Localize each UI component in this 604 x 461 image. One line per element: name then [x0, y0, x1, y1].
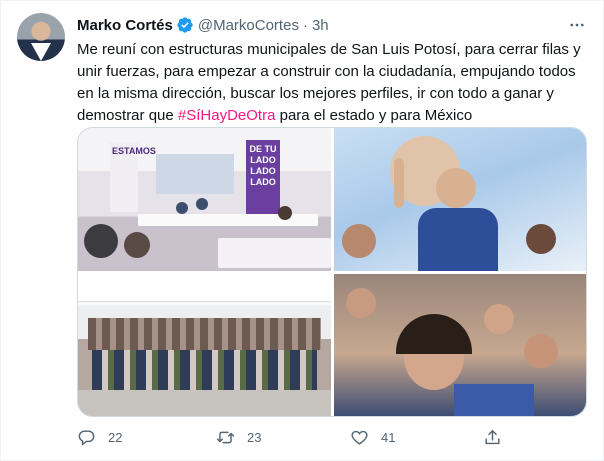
selfie-hair	[396, 314, 472, 354]
banner-right-text: DE TU LADO LADO LADO	[249, 144, 277, 187]
banner-right: DE TU LADO LADO LADO	[246, 140, 280, 214]
hashtag-link[interactable]: #SíHayDeOtra	[178, 107, 276, 124]
like-button[interactable]: 41	[350, 425, 395, 449]
screen-display	[156, 154, 234, 194]
author-handle[interactable]: @MarkoCortes	[198, 17, 299, 34]
photo-group[interactable]	[78, 274, 331, 416]
crowd-face	[524, 334, 558, 368]
crowd-face	[484, 304, 514, 334]
audience-member	[342, 224, 376, 258]
tent-canopy	[78, 274, 331, 302]
tweet-header: Marko Cortés @MarkoCortes · 3h	[77, 15, 587, 35]
photo-selfie[interactable]	[334, 274, 586, 416]
crowd-face	[346, 288, 376, 318]
tweet-card[interactable]: Marko Cortés @MarkoCortes · 3h Me reuní …	[0, 0, 604, 461]
retweet-button[interactable]: 23	[216, 425, 261, 449]
heart-icon	[351, 430, 368, 445]
reply-icon	[78, 429, 95, 446]
retweet-count: 23	[247, 429, 262, 445]
like-count: 41	[381, 429, 396, 445]
attendee	[84, 224, 118, 258]
tweet-text: Me reuní con estructuras municipales de …	[77, 39, 589, 127]
reply-count: 22	[108, 429, 123, 445]
speaker-vest	[418, 208, 498, 271]
tweet-actions: 22 23 41	[77, 425, 589, 449]
retweet-icon	[216, 431, 235, 443]
attendee	[124, 232, 150, 258]
verified-badge-icon	[176, 16, 194, 34]
tweet-text-tail: para el estado y para México	[275, 107, 473, 124]
avatar[interactable]	[17, 13, 65, 61]
crowd-back-row	[88, 318, 321, 350]
floor	[78, 390, 331, 416]
separator-dot: ·	[302, 16, 308, 34]
media-grid: ESTAMOS DE TU LADO LADO LADO	[77, 127, 587, 417]
attendee	[176, 202, 188, 214]
timestamp[interactable]: 3h	[312, 17, 329, 34]
photo-meeting[interactable]: ESTAMOS DE TU LADO LADO LADO	[78, 128, 331, 271]
audience-member	[526, 224, 556, 254]
photo-speaker[interactable]	[334, 128, 586, 271]
speaker-head	[436, 168, 476, 208]
more-options-icon[interactable]	[567, 15, 587, 35]
reply-button[interactable]: 22	[77, 425, 122, 449]
crowd-clothing	[454, 384, 534, 416]
crowd-front-row	[92, 350, 317, 390]
share-icon	[485, 429, 500, 444]
banner-left: ESTAMOS	[110, 142, 156, 212]
author-name[interactable]: Marko Cortés	[77, 17, 173, 34]
front-table	[218, 238, 331, 268]
attendee	[196, 198, 208, 210]
raised-arm	[394, 158, 404, 208]
attendee	[278, 206, 292, 220]
share-button[interactable]	[483, 425, 514, 449]
banner-left-text: ESTAMOS	[112, 146, 156, 156]
